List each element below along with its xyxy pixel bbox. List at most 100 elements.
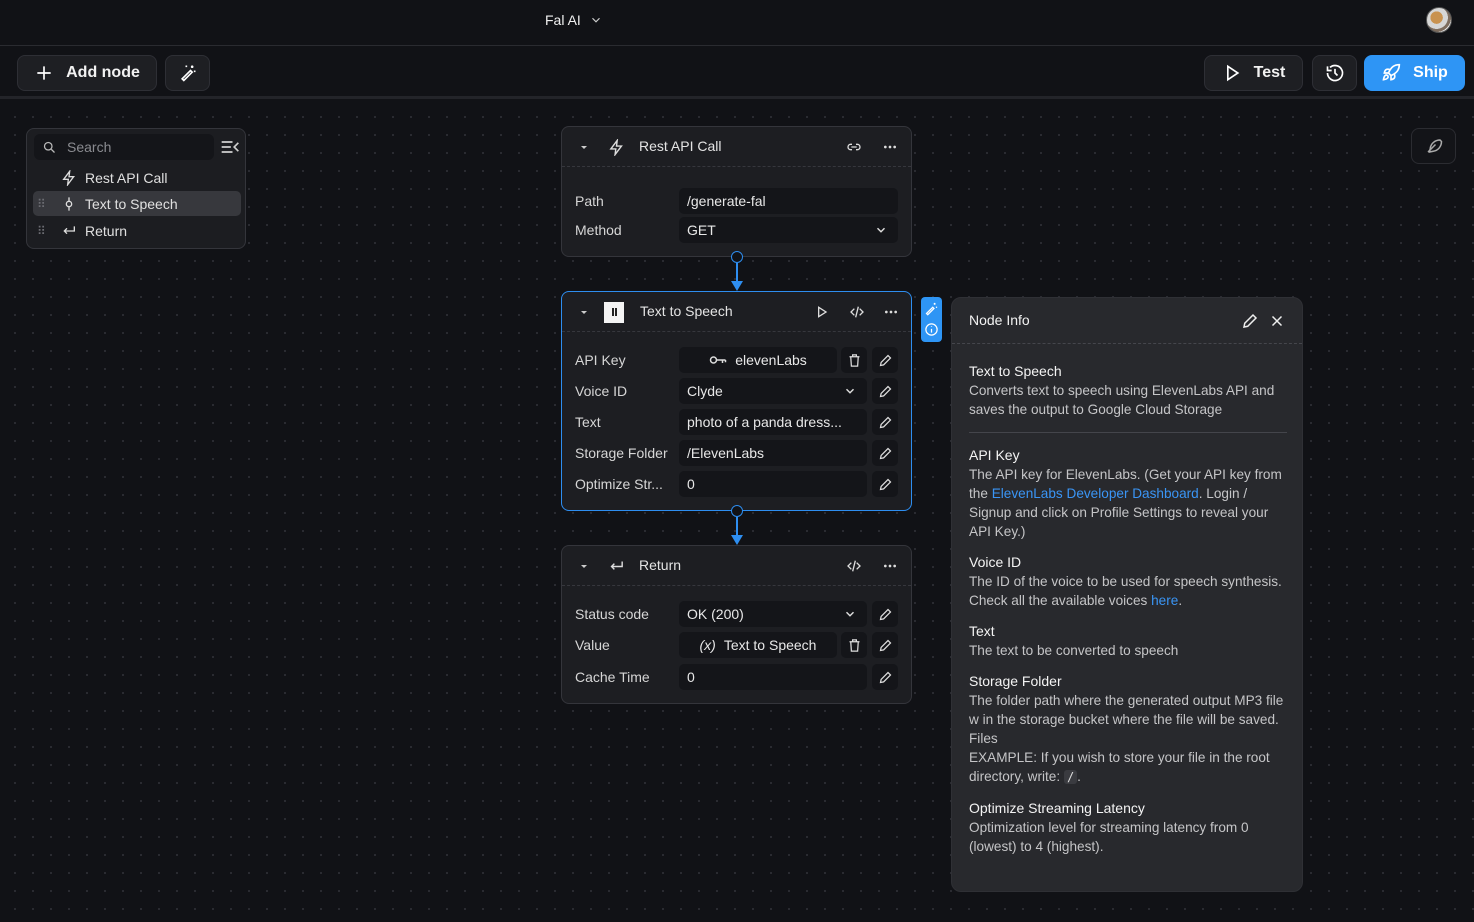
magic-wand-icon[interactable] xyxy=(924,301,939,316)
api-key-secret[interactable]: elevenLabs xyxy=(679,347,837,373)
chevron-down-icon xyxy=(845,388,855,394)
avatar[interactable] xyxy=(1426,7,1452,33)
outline-item-label: Text to Speech xyxy=(85,195,178,212)
optimize-streaming-input[interactable]: 0 xyxy=(679,471,867,497)
method-select[interactable]: GET xyxy=(679,217,898,243)
ship-button[interactable]: Ship xyxy=(1364,55,1465,91)
cache-time-input[interactable]: 0 xyxy=(679,664,867,690)
edit-button[interactable] xyxy=(872,471,898,497)
voices-here-link[interactable]: here xyxy=(1151,593,1178,608)
section-heading: Optimize Streaming Latency xyxy=(969,800,1145,816)
field-row-api-key: API Key elevenLabs xyxy=(562,347,911,373)
storage-folder-input[interactable]: /ElevenLabs xyxy=(679,440,867,466)
info-section-storage-folder: Storage Folder The folder path where the… xyxy=(969,672,1287,787)
node-return[interactable]: Return Status code OK (200) Value (x) Te… xyxy=(561,545,912,704)
edit-button[interactable] xyxy=(872,664,898,690)
text-input[interactable]: photo of a panda dress... xyxy=(679,409,867,435)
delete-button[interactable] xyxy=(841,632,867,658)
code-icon[interactable] xyxy=(844,556,864,576)
return-icon xyxy=(61,222,79,240)
field-label: Method xyxy=(575,222,622,238)
play-icon xyxy=(1226,64,1239,82)
more-options-icon[interactable] xyxy=(881,302,901,322)
pencil-icon xyxy=(879,671,891,683)
project-selector[interactable]: Fal AI xyxy=(545,12,603,28)
edit-button[interactable] xyxy=(872,347,898,373)
field-label: Optimize Str... xyxy=(575,476,663,492)
collapse-caret-icon[interactable] xyxy=(579,561,589,571)
more-options-icon[interactable] xyxy=(880,137,900,157)
pencil-icon xyxy=(879,608,891,620)
add-node-button[interactable]: Add node xyxy=(17,55,157,91)
pencil-icon xyxy=(879,447,891,459)
pause-icon[interactable] xyxy=(604,301,624,323)
feather-button[interactable] xyxy=(1411,128,1456,164)
field-row-path: Path /generate-fal xyxy=(562,188,911,214)
field-row-optimize-streaming: Optimize Str... 0 xyxy=(562,471,911,497)
edit-button[interactable] xyxy=(872,632,898,658)
section-heading: Text xyxy=(969,623,995,639)
field-label: Value xyxy=(575,637,610,653)
node-info-title: Node Info xyxy=(969,312,1030,328)
node-text-to-speech[interactable]: Text to Speech API Key elevenLabs Voice … xyxy=(561,291,912,511)
edit-button[interactable] xyxy=(872,409,898,435)
chevron-down-icon xyxy=(591,17,600,23)
code-icon[interactable] xyxy=(847,302,867,322)
run-icon[interactable] xyxy=(812,302,832,322)
outline-item-label: Return xyxy=(85,222,128,239)
edit-button[interactable] xyxy=(872,601,898,627)
path-input[interactable]: /generate-fal xyxy=(679,188,898,214)
history-button[interactable] xyxy=(1312,55,1357,91)
search-input[interactable]: Search xyxy=(34,134,214,160)
field-label: Cache Time xyxy=(575,669,650,685)
section-heading: API Key xyxy=(969,447,1020,463)
collapse-caret-icon[interactable] xyxy=(579,142,589,152)
arrow-head-icon xyxy=(731,281,743,291)
field-label: Path xyxy=(575,193,604,209)
voice-id-select[interactable]: Clyde xyxy=(679,378,867,404)
collapse-caret-icon[interactable] xyxy=(579,307,589,317)
trash-icon xyxy=(849,353,859,367)
delete-button[interactable] xyxy=(841,347,867,373)
bolt-icon xyxy=(61,169,79,187)
field-row-storage-folder: Storage Folder /ElevenLabs xyxy=(562,440,911,466)
test-button[interactable]: Test xyxy=(1204,55,1303,91)
field-label: Voice ID xyxy=(575,383,628,399)
variable-icon: (x) xyxy=(699,637,716,653)
drag-handle-icon[interactable]: ⠿ xyxy=(37,224,51,238)
collapse-panel-icon[interactable] xyxy=(220,138,240,156)
node-side-toolbar xyxy=(921,297,942,342)
close-icon[interactable] xyxy=(1268,312,1286,330)
status-code-select[interactable]: OK (200) xyxy=(679,601,867,627)
drag-handle-icon[interactable]: ⠿ xyxy=(37,197,51,211)
pencil-icon[interactable] xyxy=(1241,312,1259,330)
more-options-icon[interactable] xyxy=(880,556,900,576)
search-placeholder: Search xyxy=(67,139,112,155)
section-text: Files xyxy=(969,731,998,746)
magic-wand-button[interactable] xyxy=(165,55,210,91)
elevenlabs-dashboard-link[interactable]: ElevenLabs Developer Dashboard xyxy=(992,486,1199,501)
value-text: Text to Speech xyxy=(723,637,817,653)
outline-item-rest-api-call[interactable]: Rest API Call xyxy=(33,165,241,190)
outline-item-text-to-speech[interactable]: ⠿ Text to Speech xyxy=(33,191,241,216)
field-row-voice-id: Voice ID Clyde xyxy=(562,378,911,404)
info-section-text: Text The text to be converted to speech xyxy=(969,622,1287,660)
toolbar: Add node Test Ship xyxy=(0,47,1474,99)
output-handle[interactable] xyxy=(731,505,743,517)
info-section-voice-id: Voice ID The ID of the voice to be used … xyxy=(969,553,1287,610)
rocket-icon xyxy=(1382,63,1401,81)
edit-button[interactable] xyxy=(872,378,898,404)
info-icon[interactable] xyxy=(924,322,939,337)
outline-item-return[interactable]: ⠿ Return xyxy=(33,218,241,243)
node-title: Return xyxy=(639,557,682,573)
node-rest-api-call[interactable]: Rest API Call Path /generate-fal Method … xyxy=(561,126,912,257)
field-row-cache-time: Cache Time 0 xyxy=(562,664,911,690)
value-variable[interactable]: (x) Text to Speech xyxy=(679,632,837,658)
output-handle[interactable] xyxy=(731,251,743,263)
section-heading: Voice ID xyxy=(969,554,1022,570)
field-label: API Key xyxy=(575,352,626,368)
trash-icon xyxy=(849,638,859,652)
link-icon[interactable] xyxy=(844,137,864,157)
edit-button[interactable] xyxy=(872,440,898,466)
search-icon xyxy=(43,141,55,153)
